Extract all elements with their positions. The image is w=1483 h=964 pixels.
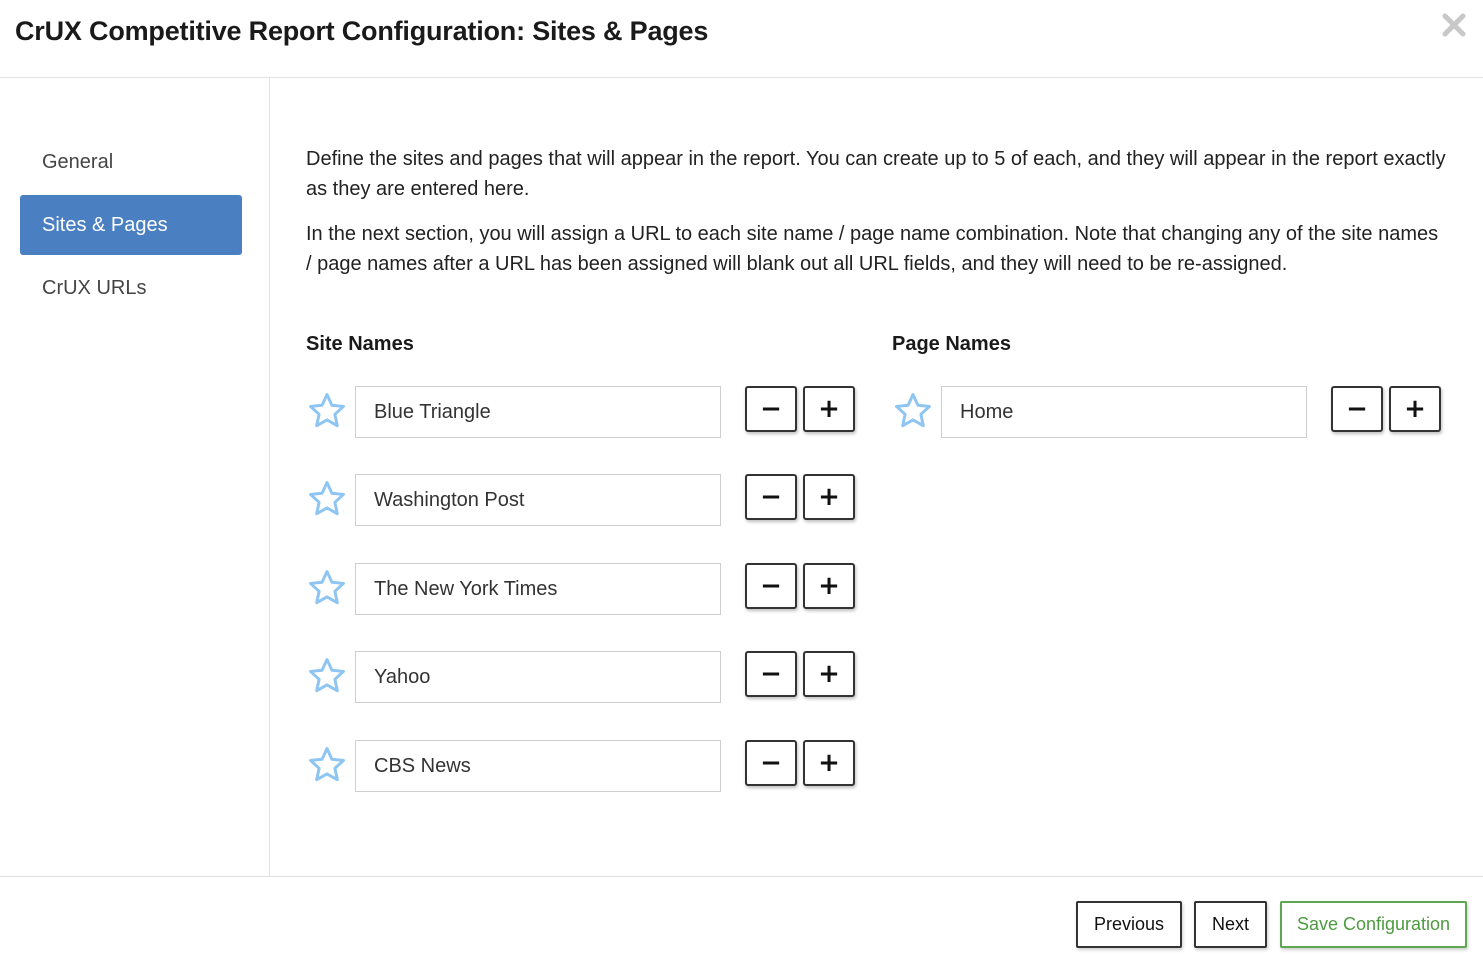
- description-paragraph-1: Define the sites and pages that will app…: [306, 148, 1446, 200]
- star-outline-icon[interactable]: [306, 744, 348, 786]
- remove-site-button[interactable]: −: [745, 474, 797, 520]
- modal-header: CrUX Competitive Report Configuration: S…: [0, 0, 1483, 78]
- star-outline-icon[interactable]: [306, 478, 348, 520]
- add-page-button[interactable]: +: [1389, 386, 1441, 432]
- site-name-input[interactable]: [355, 740, 721, 792]
- sidebar-item-general[interactable]: General: [20, 132, 242, 192]
- remove-site-button[interactable]: −: [745, 386, 797, 432]
- site-name-input[interactable]: [355, 651, 721, 703]
- star-outline-icon[interactable]: [306, 655, 348, 697]
- add-site-button[interactable]: +: [803, 474, 855, 520]
- star-outline-icon[interactable]: [306, 390, 348, 432]
- configuration-modal: CrUX Competitive Report Configuration: S…: [0, 0, 1483, 964]
- sidebar-nav: General Sites & Pages CrUX URLs: [0, 78, 270, 876]
- site-name-input[interactable]: [355, 386, 721, 438]
- add-site-button[interactable]: +: [803, 740, 855, 786]
- add-site-button[interactable]: +: [803, 386, 855, 432]
- description-paragraph-2: In the next section, you will assign a U…: [306, 223, 1439, 275]
- previous-button[interactable]: Previous: [1076, 901, 1182, 948]
- save-configuration-button[interactable]: Save Configuration: [1280, 901, 1467, 948]
- page-names-heading: Page Names: [892, 333, 1011, 355]
- sidebar-item-crux-urls[interactable]: CrUX URLs: [20, 258, 242, 318]
- site-names-heading: Site Names: [306, 333, 414, 355]
- sidebar-item-sites-pages[interactable]: Sites & Pages: [20, 195, 242, 255]
- remove-page-button[interactable]: −: [1331, 386, 1383, 432]
- site-name-input[interactable]: [355, 474, 721, 526]
- modal-footer: Previous Next Save Configuration: [0, 876, 1483, 964]
- remove-site-button[interactable]: −: [745, 740, 797, 786]
- remove-site-button[interactable]: −: [745, 651, 797, 697]
- add-site-button[interactable]: +: [803, 563, 855, 609]
- add-site-button[interactable]: +: [803, 651, 855, 697]
- page-name-input[interactable]: [941, 386, 1307, 438]
- close-icon[interactable]: [1439, 10, 1469, 40]
- site-name-input[interactable]: [355, 563, 721, 615]
- star-outline-icon[interactable]: [306, 567, 348, 609]
- page-title: CrUX Competitive Report Configuration: S…: [15, 16, 709, 46]
- star-outline-icon[interactable]: [892, 390, 934, 432]
- remove-site-button[interactable]: −: [745, 563, 797, 609]
- next-button[interactable]: Next: [1194, 901, 1267, 948]
